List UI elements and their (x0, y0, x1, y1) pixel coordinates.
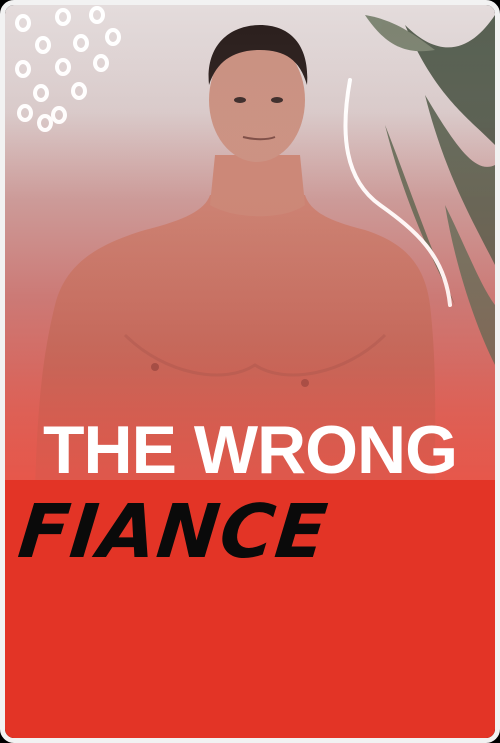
movie-poster: THE WRONG FIANCE (0, 0, 500, 743)
title-line-2: FIANCE (14, 489, 332, 575)
title-line-1: THE WRONG (42, 412, 458, 488)
